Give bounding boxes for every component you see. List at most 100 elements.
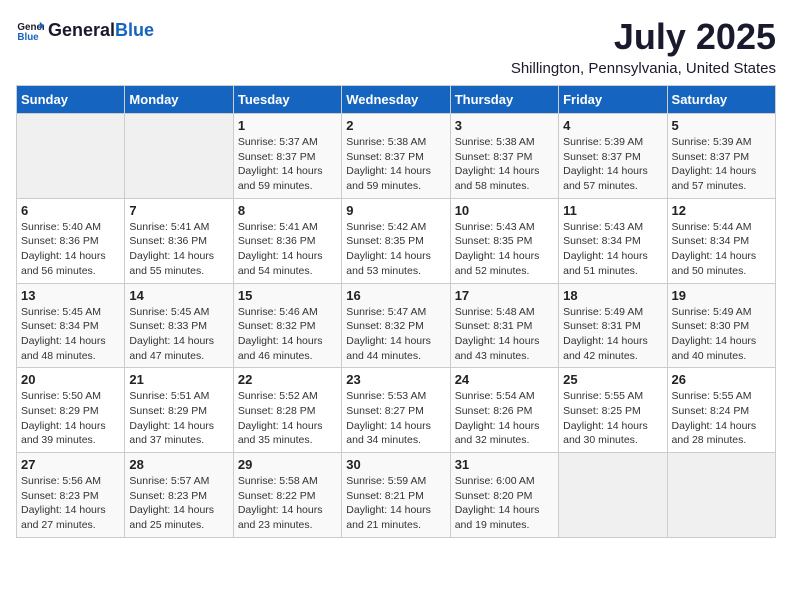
day-number: 7: [129, 203, 228, 218]
logo-general-text: General: [48, 20, 115, 41]
day-info: Sunrise: 5:59 AM Sunset: 8:21 PM Dayligh…: [346, 474, 445, 533]
day-number: 3: [455, 118, 554, 133]
calendar-cell: 31Sunrise: 6:00 AM Sunset: 8:20 PM Dayli…: [450, 453, 558, 538]
calendar-cell: 27 Sunrise: 5:56 AM Sunset: 8:23 PM Dayli…: [17, 453, 125, 538]
day-info: Sunrise: 5:46 AM Sunset: 8:32 PM Dayligh…: [238, 305, 337, 364]
weekday-header-sunday: Sunday: [17, 86, 125, 114]
day-info: Sunrise: 5:58 AM Sunset: 8:22 PM Dayligh…: [238, 474, 337, 533]
day-info: Sunrise: 5:37 AM Sunset: 8:37 PM Dayligh…: [238, 135, 337, 194]
day-info: Sunrise: 5:41 AM Sunset: 8:36 PM Dayligh…: [129, 220, 228, 279]
svg-text:Blue: Blue: [17, 32, 39, 43]
day-info: Sunrise: 5:41 AM Sunset: 8:36 PM Dayligh…: [238, 220, 337, 279]
calendar-body: 1 Sunrise: 5:37 AM Sunset: 8:37 PM Daylig…: [17, 114, 776, 538]
day-number: 21: [129, 372, 228, 387]
calendar-cell: 13 Sunrise: 5:45 AM Sunset: 8:34 PM Dayli…: [17, 283, 125, 368]
day-info: Sunrise: 6:00 AM Sunset: 8:20 PM Dayligh…: [455, 474, 554, 533]
day-number: 13: [21, 288, 120, 303]
day-number: 9: [346, 203, 445, 218]
calendar-cell: 19 Sunrise: 5:49 AM Sunset: 8:30 PM Dayli…: [667, 283, 775, 368]
calendar-cell: 22 Sunrise: 5:52 AM Sunset: 8:28 PM Dayli…: [233, 368, 341, 453]
day-info: Sunrise: 5:51 AM Sunset: 8:29 PM Dayligh…: [129, 389, 228, 448]
day-info: Sunrise: 5:44 AM Sunset: 8:34 PM Dayligh…: [672, 220, 771, 279]
calendar-cell: 29 Sunrise: 5:58 AM Sunset: 8:22 PM Dayli…: [233, 453, 341, 538]
day-info: Sunrise: 5:49 AM Sunset: 8:31 PM Dayligh…: [563, 305, 662, 364]
calendar-week-row: 13 Sunrise: 5:45 AM Sunset: 8:34 PM Dayli…: [17, 283, 776, 368]
calendar-cell: 30 Sunrise: 5:59 AM Sunset: 8:21 PM Dayli…: [342, 453, 450, 538]
day-number: 26: [672, 372, 771, 387]
calendar-cell: 21 Sunrise: 5:51 AM Sunset: 8:29 PM Dayli…: [125, 368, 233, 453]
day-number: 29: [238, 457, 337, 472]
day-number: 27: [21, 457, 120, 472]
logo: General Blue General Blue: [16, 16, 154, 44]
day-info: Sunrise: 5:49 AM Sunset: 8:30 PM Dayligh…: [672, 305, 771, 364]
day-number: 28: [129, 457, 228, 472]
calendar-cell: 3 Sunrise: 5:38 AM Sunset: 8:37 PM Daylig…: [450, 114, 558, 199]
calendar-week-row: 6 Sunrise: 5:40 AM Sunset: 8:36 PM Daylig…: [17, 198, 776, 283]
calendar-header: SundayMondayTuesdayWednesdayThursdayFrid…: [17, 86, 776, 114]
day-number: 4: [563, 118, 662, 133]
day-number: 11: [563, 203, 662, 218]
day-number: 12: [672, 203, 771, 218]
day-info: Sunrise: 5:39 AM Sunset: 8:37 PM Dayligh…: [672, 135, 771, 194]
weekday-header-row: SundayMondayTuesdayWednesdayThursdayFrid…: [17, 86, 776, 114]
weekday-header-wednesday: Wednesday: [342, 86, 450, 114]
day-number: 24: [455, 372, 554, 387]
weekday-header-friday: Friday: [559, 86, 667, 114]
weekday-header-thursday: Thursday: [450, 86, 558, 114]
calendar-cell: [17, 114, 125, 199]
day-number: 6: [21, 203, 120, 218]
day-number: 15: [238, 288, 337, 303]
day-number: 18: [563, 288, 662, 303]
day-number: 5: [672, 118, 771, 133]
day-number: 14: [129, 288, 228, 303]
calendar-cell: 7 Sunrise: 5:41 AM Sunset: 8:36 PM Daylig…: [125, 198, 233, 283]
day-info: Sunrise: 5:53 AM Sunset: 8:27 PM Dayligh…: [346, 389, 445, 448]
calendar-cell: [125, 114, 233, 199]
day-info: Sunrise: 5:45 AM Sunset: 8:34 PM Dayligh…: [21, 305, 120, 364]
day-number: 30: [346, 457, 445, 472]
calendar-cell: 9 Sunrise: 5:42 AM Sunset: 8:35 PM Daylig…: [342, 198, 450, 283]
day-info: Sunrise: 5:39 AM Sunset: 8:37 PM Dayligh…: [563, 135, 662, 194]
day-info: Sunrise: 5:42 AM Sunset: 8:35 PM Dayligh…: [346, 220, 445, 279]
day-info: Sunrise: 5:52 AM Sunset: 8:28 PM Dayligh…: [238, 389, 337, 448]
day-info: Sunrise: 5:43 AM Sunset: 8:35 PM Dayligh…: [455, 220, 554, 279]
day-info: Sunrise: 5:57 AM Sunset: 8:23 PM Dayligh…: [129, 474, 228, 533]
day-number: 25: [563, 372, 662, 387]
calendar-cell: 11 Sunrise: 5:43 AM Sunset: 8:34 PM Dayli…: [559, 198, 667, 283]
calendar-title: July 2025: [511, 16, 776, 58]
day-info: Sunrise: 5:50 AM Sunset: 8:29 PM Dayligh…: [21, 389, 120, 448]
day-info: Sunrise: 5:38 AM Sunset: 8:37 PM Dayligh…: [455, 135, 554, 194]
calendar-cell: 6 Sunrise: 5:40 AM Sunset: 8:36 PM Daylig…: [17, 198, 125, 283]
day-number: 19: [672, 288, 771, 303]
day-number: 1: [238, 118, 337, 133]
day-info: Sunrise: 5:55 AM Sunset: 8:24 PM Dayligh…: [672, 389, 771, 448]
day-number: 8: [238, 203, 337, 218]
calendar-cell: 28 Sunrise: 5:57 AM Sunset: 8:23 PM Dayli…: [125, 453, 233, 538]
calendar-week-row: 20 Sunrise: 5:50 AM Sunset: 8:29 PM Dayli…: [17, 368, 776, 453]
calendar-week-row: 27 Sunrise: 5:56 AM Sunset: 8:23 PM Dayli…: [17, 453, 776, 538]
calendar-cell: 20 Sunrise: 5:50 AM Sunset: 8:29 PM Dayli…: [17, 368, 125, 453]
calendar-cell: [667, 453, 775, 538]
calendar-week-row: 1 Sunrise: 5:37 AM Sunset: 8:37 PM Daylig…: [17, 114, 776, 199]
calendar-cell: 15 Sunrise: 5:46 AM Sunset: 8:32 PM Dayli…: [233, 283, 341, 368]
weekday-header-monday: Monday: [125, 86, 233, 114]
day-info: Sunrise: 5:56 AM Sunset: 8:23 PM Dayligh…: [21, 474, 120, 533]
day-info: Sunrise: 5:38 AM Sunset: 8:37 PM Dayligh…: [346, 135, 445, 194]
day-info: Sunrise: 5:54 AM Sunset: 8:26 PM Dayligh…: [455, 389, 554, 448]
calendar-cell: 4 Sunrise: 5:39 AM Sunset: 8:37 PM Daylig…: [559, 114, 667, 199]
day-info: Sunrise: 5:47 AM Sunset: 8:32 PM Dayligh…: [346, 305, 445, 364]
day-number: 22: [238, 372, 337, 387]
day-number: 2: [346, 118, 445, 133]
day-number: 23: [346, 372, 445, 387]
header: General Blue GeneralBlue July 2025 Shill…: [16, 16, 776, 77]
day-info: Sunrise: 5:43 AM Sunset: 8:34 PM Dayligh…: [563, 220, 662, 279]
calendar-table: SundayMondayTuesdayWednesdayThursdayFrid…: [16, 85, 776, 538]
calendar-cell: 10Sunrise: 5:43 AM Sunset: 8:35 PM Dayli…: [450, 198, 558, 283]
calendar-cell: 23 Sunrise: 5:53 AM Sunset: 8:27 PM Dayli…: [342, 368, 450, 453]
day-number: 20: [21, 372, 120, 387]
generalblue-logo-icon: General Blue: [16, 16, 44, 44]
calendar-cell: 5 Sunrise: 5:39 AM Sunset: 8:37 PM Daylig…: [667, 114, 775, 199]
calendar-cell: 16Sunrise: 5:47 AM Sunset: 8:32 PM Dayli…: [342, 283, 450, 368]
calendar-cell: 26 Sunrise: 5:55 AM Sunset: 8:24 PM Dayli…: [667, 368, 775, 453]
day-info: Sunrise: 5:40 AM Sunset: 8:36 PM Dayligh…: [21, 220, 120, 279]
